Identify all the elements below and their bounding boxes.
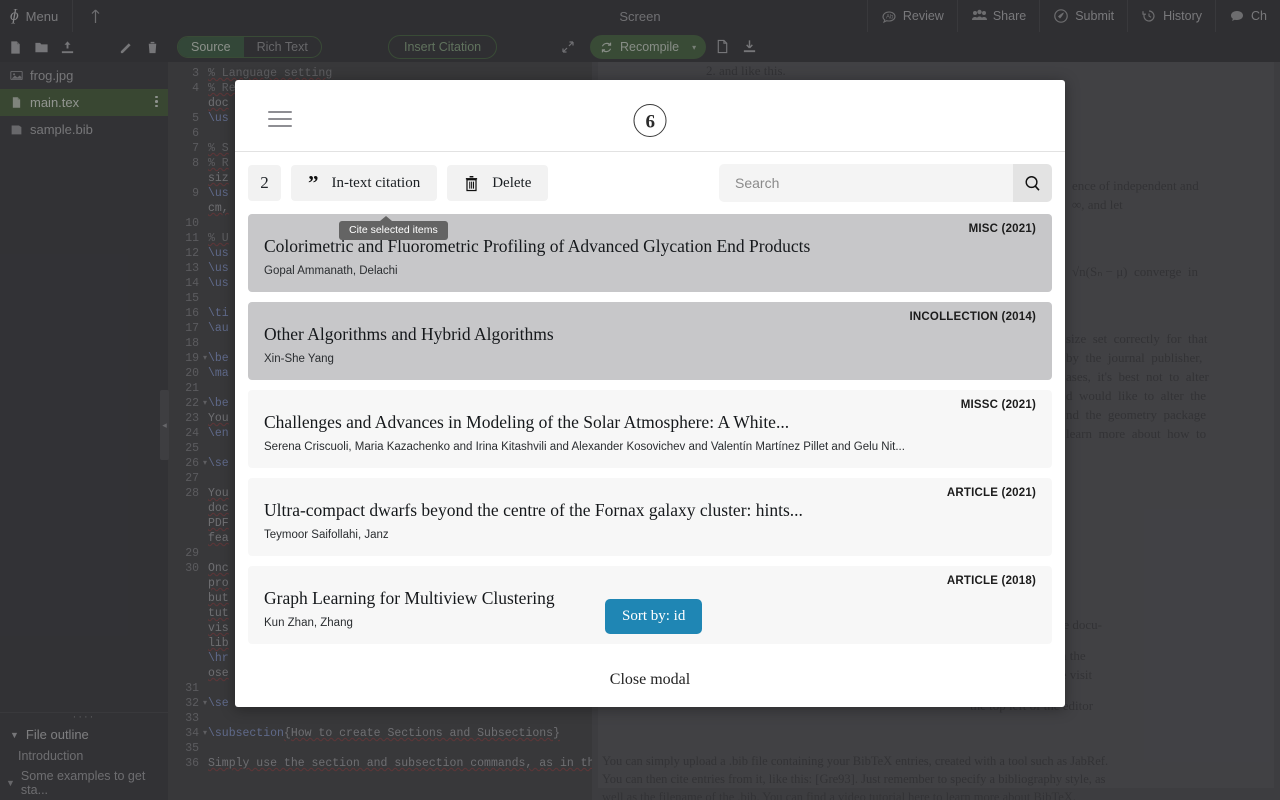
bibliography-list: MISC (2021) Colorimetric and Fluorometric… [235, 214, 1065, 644]
sort-button[interactable]: Sort by: id [605, 599, 703, 634]
search-button[interactable] [1013, 164, 1052, 202]
in-text-citation-button[interactable]: ” In-text citation [291, 165, 438, 201]
bib-entry-authors: Xin-She Yang [264, 353, 334, 365]
modal-header: 9 [235, 80, 1065, 152]
bibliography-item[interactable]: MISSC (2021) Challenges and Advances in M… [248, 390, 1052, 468]
search-box [719, 164, 1052, 202]
bib-entry-type: MISSC (2021) [960, 399, 1036, 411]
selected-count-badge: 2 [248, 165, 281, 201]
search-icon [1025, 175, 1040, 191]
modal-toolbar: 2 ” In-text citation Delete [235, 152, 1065, 214]
mendeley-logo-icon: 9 [633, 104, 667, 137]
bibliography-item[interactable]: ARTICLE (2021) Ultra-compact dwarfs beyon… [248, 478, 1052, 556]
search-input[interactable] [719, 164, 1013, 202]
cite-tooltip: Cite selected items [339, 216, 448, 240]
bib-entry-type: ARTICLE (2021) [946, 487, 1036, 499]
bib-entry-title: Challenges and Advances in Modeling of t… [264, 412, 790, 432]
citation-modal: 9 2 ” In-text citation Delete Search MIS… [235, 80, 1065, 707]
quote-icon: ” [308, 171, 319, 195]
in-text-citation-label: In-text citation [331, 174, 421, 191]
bib-entry-type: MISC (2021) [968, 223, 1036, 235]
bib-entry-authors: Gopal Ammanath, Delachi [264, 265, 398, 277]
hamburger-menu-icon[interactable] [268, 111, 292, 132]
bib-entry-type: INCOLLECTION (2014) [909, 311, 1036, 323]
delete-label: Delete [492, 174, 532, 191]
bib-entry-title: Other Algorithms and Hybrid Algorithms [264, 324, 554, 344]
bib-entry-authors: Serena Criscuoli, Maria Kazachenko and I… [264, 441, 905, 453]
delete-button[interactable]: Delete [447, 165, 549, 201]
bib-entry-type: ARTICLE (2018) [946, 575, 1036, 587]
bib-entry-authors: Teymoor Saifollahi, Janz [264, 529, 389, 541]
logo-glyph: 9 [645, 109, 655, 131]
bib-entry-title: Ultra-compact dwarfs beyond the centre o… [264, 500, 803, 520]
bibliography-item[interactable]: INCOLLECTION (2014) Other Algorithms and … [248, 302, 1052, 380]
trash-icon [466, 175, 478, 191]
app-root: ɸ Menu Screen Ab Review Share Submit His… [0, 0, 1280, 800]
close-modal-button[interactable]: Close modal [235, 671, 1065, 689]
